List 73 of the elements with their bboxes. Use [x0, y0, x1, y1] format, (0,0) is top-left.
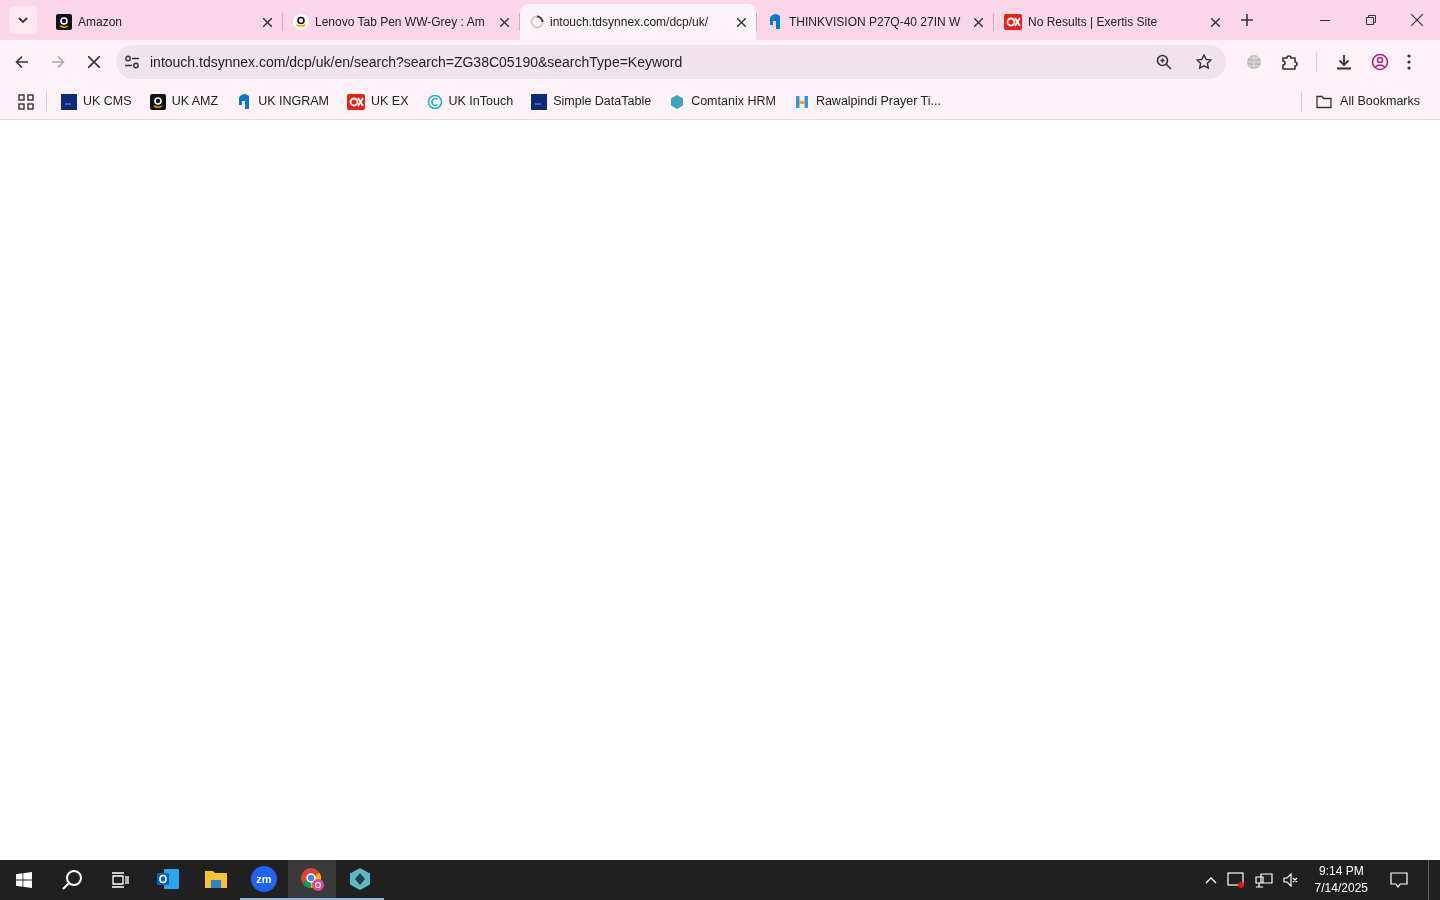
bookmark-favicon-icon — [531, 93, 548, 110]
favicon-icon — [293, 14, 309, 30]
browser-tab[interactable]: No Results | Exertis Site — [994, 4, 1230, 40]
url-text: intouch.tdsynnex.com/dcp/uk/en/search?search=ZG38C05190&searchType=Keyword — [150, 52, 684, 72]
bookmark-favicon-icon — [61, 93, 77, 110]
bookmark-favicon-icon — [426, 93, 443, 110]
apps-grid-icon[interactable] — [18, 93, 34, 110]
mail-app-icon — [156, 868, 180, 890]
close-tab-icon[interactable] — [500, 17, 509, 27]
forward-arrow-icon — [51, 55, 65, 69]
bookmark-favicon-icon — [669, 93, 686, 110]
close-tab-icon[interactable] — [263, 17, 272, 27]
favicon-icon — [530, 15, 544, 29]
task-view-icon — [111, 872, 129, 888]
close-icon — [1411, 14, 1423, 26]
extensions-icon[interactable] — [1280, 53, 1298, 71]
tab-title: THINKVISION P27Q-40 27IN W — [789, 14, 962, 31]
bookmark-favicon-icon — [793, 93, 810, 110]
sync-alert-icon[interactable] — [1226, 872, 1245, 888]
bookmark[interactable]: UK EX — [339, 87, 417, 116]
close-tab-icon[interactable] — [974, 17, 983, 27]
stop-icon — [88, 56, 100, 68]
browser-app-icon — [299, 866, 325, 892]
zoom-app-logo: zm — [251, 866, 277, 892]
tab-title: intouch.tdsynnex.com/dcp/uk/ — [550, 14, 710, 31]
favicon-icon — [56, 14, 72, 30]
zoom-icon[interactable] — [1156, 54, 1172, 70]
bookmark-favicon-icon — [149, 93, 166, 110]
chevron-down-icon — [18, 17, 28, 23]
favicon-icon — [767, 14, 783, 30]
close-tab-icon[interactable] — [1211, 17, 1220, 27]
bookmark[interactable]: UK InTouch — [418, 87, 522, 116]
back-arrow-icon — [15, 55, 29, 69]
close-tab-icon[interactable] — [737, 17, 746, 27]
tab-search-button[interactable] — [9, 6, 37, 34]
clock[interactable]: 9:14 PM 7/14/2025 — [1308, 863, 1374, 897]
all-bookmarks-button[interactable]: All Bookmarks — [1308, 87, 1428, 116]
hexagon-app-icon — [348, 867, 372, 891]
muted-speaker-icon[interactable] — [1282, 873, 1299, 887]
taskbar-app-button[interactable] — [288, 860, 336, 900]
browser-tab[interactable]: intouch.tdsynnex.com/dcp/uk/ — [520, 4, 756, 40]
browser-tab[interactable]: Lenovo Tab Pen WW-Grey : Am — [283, 4, 519, 40]
plus-icon — [1241, 14, 1253, 26]
address-bar[interactable]: intouch.tdsynnex.com/dcp/uk/en/search?search=ZG38C05190&searchType=Keyword — [116, 45, 1226, 79]
browser-tab[interactable]: THINKVISION P27Q-40 27IN W — [757, 4, 993, 40]
profile-icon[interactable] — [1371, 53, 1389, 71]
network-icon[interactable] — [1254, 872, 1273, 888]
favicon-icon — [1004, 14, 1022, 30]
tab-title: No Results | Exertis Site — [1028, 14, 1159, 31]
minimize-icon — [1320, 19, 1330, 21]
more-menu-icon[interactable] — [1407, 54, 1411, 70]
bookmark[interactable]: UK CMS — [53, 87, 140, 116]
bookmark-star-icon[interactable] — [1196, 54, 1212, 70]
bookmark[interactable]: Simple DataTable — [523, 87, 660, 116]
browser-tab[interactable]: Amazon — [46, 4, 282, 40]
bookmark[interactable]: Rawalpindi Prayer Ti... — [785, 87, 949, 116]
clock-time: 9:14 PM — [1318, 863, 1364, 880]
bookmark[interactable]: UK AMZ — [141, 87, 227, 116]
bookmark-favicon-icon — [347, 93, 365, 110]
chevron-up-icon[interactable] — [1204, 876, 1217, 884]
site-settings-icon[interactable] — [124, 55, 140, 69]
search-icon — [61, 869, 83, 891]
tab-title: Amazon — [78, 14, 124, 31]
folder-app-icon — [204, 869, 228, 889]
download-icon[interactable] — [1335, 53, 1353, 71]
bookmark[interactable]: Comtanix HRM — [661, 87, 784, 116]
notifications-icon[interactable] — [1390, 872, 1408, 888]
windows-logo-icon — [16, 872, 32, 888]
folder-icon — [1316, 94, 1333, 109]
tab-title: Lenovo Tab Pen WW-Grey : Am — [315, 14, 486, 31]
clock-date: 7/14/2025 — [1314, 880, 1368, 897]
restore-icon — [1366, 15, 1376, 25]
bookmark[interactable]: UK INGRAM — [228, 87, 337, 116]
